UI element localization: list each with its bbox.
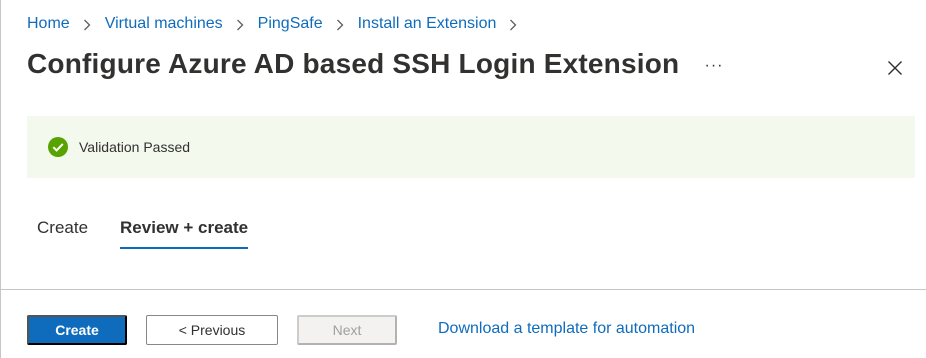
chevron-right-icon (233, 13, 247, 35)
validation-message: Validation Passed (79, 139, 191, 155)
next-button[interactable]: Next (297, 315, 397, 345)
breadcrumb-item-install-extension[interactable]: Install an Extension (358, 15, 497, 33)
create-button[interactable]: Create (27, 315, 127, 345)
tab-bar: Create Review + create (27, 214, 249, 252)
breadcrumb-item-pingsafe[interactable]: PingSafe (258, 15, 323, 33)
chevron-right-icon (506, 13, 520, 35)
breadcrumb-item-home[interactable]: Home (27, 15, 70, 33)
validation-banner: Validation Passed (27, 116, 915, 178)
download-template-link[interactable]: Download a template for automation (438, 320, 695, 338)
tab-create[interactable]: Create (37, 214, 88, 249)
chevron-right-icon (333, 13, 347, 35)
footer-divider (1, 289, 926, 290)
breadcrumb-item-virtual-machines[interactable]: Virtual machines (105, 15, 223, 33)
check-circle-icon (48, 137, 68, 157)
breadcrumb: Home Virtual machines PingSafe Install a… (27, 13, 531, 35)
chevron-right-icon (80, 13, 94, 35)
page: Home Virtual machines PingSafe Install a… (0, 0, 926, 358)
ellipsis-icon[interactable]: ··· (701, 54, 727, 78)
tab-review-create[interactable]: Review + create (120, 214, 249, 249)
close-icon[interactable] (883, 56, 907, 80)
previous-button[interactable]: < Previous (146, 315, 278, 345)
page-title: Configure Azure AD based SSH Login Exten… (27, 48, 680, 79)
